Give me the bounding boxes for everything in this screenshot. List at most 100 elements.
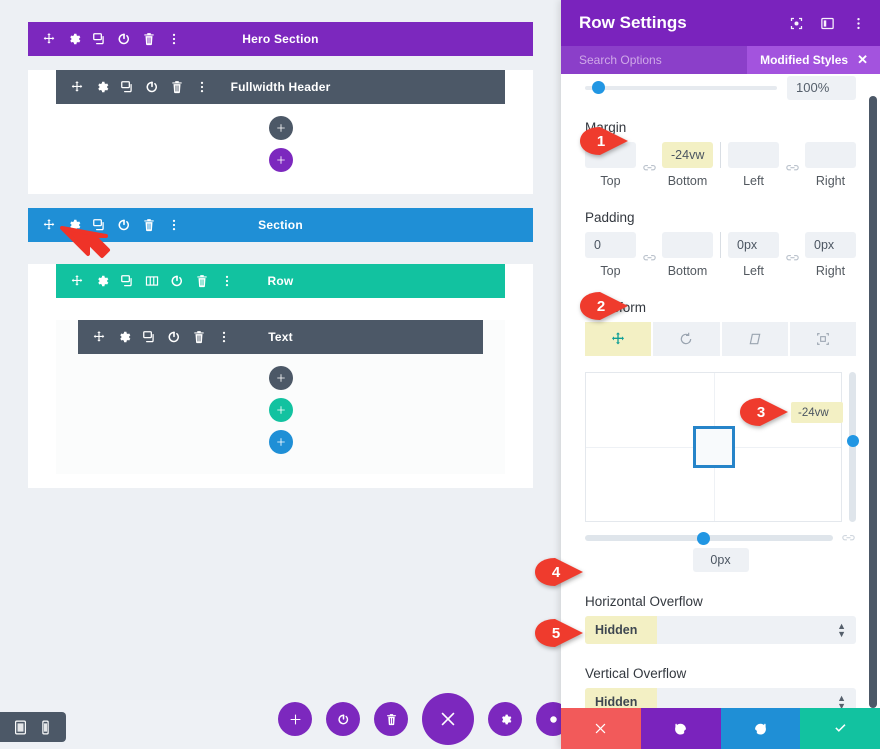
duplicate-icon[interactable]	[92, 32, 106, 46]
margin-top-input[interactable]	[585, 142, 636, 168]
width-slider-knob[interactable]	[592, 81, 605, 94]
transform-translate-tab[interactable]	[585, 322, 652, 356]
width-value-input[interactable]: 100%	[787, 75, 856, 100]
discard-button[interactable]	[561, 708, 641, 749]
section-toolbar[interactable]	[42, 218, 181, 232]
margin-right-field[interactable]: Right	[805, 142, 856, 188]
gear-icon[interactable]	[488, 702, 522, 736]
duplicate-icon[interactable]	[120, 80, 134, 94]
padding-left-input[interactable]: 0px	[728, 232, 779, 258]
row-bar[interactable]: Row	[56, 264, 505, 298]
extra-action-button[interactable]	[536, 702, 561, 736]
tablet-icon[interactable]	[14, 720, 27, 735]
dots-menu-icon[interactable]	[167, 32, 181, 46]
transform-scale-tab[interactable]	[789, 322, 856, 356]
power-icon[interactable]	[167, 330, 181, 344]
transform-skew-tab[interactable]	[721, 322, 788, 356]
close-icon[interactable]	[422, 693, 474, 745]
duplicate-icon[interactable]	[142, 330, 156, 344]
transform-rotate-tab[interactable]	[653, 322, 720, 356]
hero-section-toolbar[interactable]	[42, 32, 181, 46]
dots-menu-icon[interactable]	[220, 274, 234, 288]
gear-icon[interactable]	[95, 80, 109, 94]
link-icon[interactable]	[779, 158, 805, 173]
power-icon[interactable]	[117, 32, 131, 46]
margin-top-field[interactable]: Top	[585, 142, 636, 188]
link-icon[interactable]	[779, 248, 805, 263]
dots-menu-icon[interactable]	[217, 330, 231, 344]
undo-button[interactable]	[640, 708, 721, 749]
transform-handle-square[interactable]	[692, 426, 735, 468]
gear-icon[interactable]	[117, 330, 131, 344]
trash-icon[interactable]	[170, 80, 184, 94]
link-icon[interactable]	[636, 248, 662, 263]
power-icon[interactable]	[145, 80, 159, 94]
gear-icon[interactable]	[95, 274, 109, 288]
dots-menu-icon[interactable]	[195, 80, 209, 94]
move-icon[interactable]	[42, 218, 56, 232]
padding-bottom-field[interactable]: Bottom	[662, 232, 713, 278]
trash-icon[interactable]	[192, 330, 206, 344]
redo-button[interactable]	[720, 708, 801, 749]
move-icon[interactable]	[92, 330, 106, 344]
layout-toggle-icon[interactable]	[820, 16, 835, 31]
power-icon[interactable]	[170, 274, 184, 288]
gear-icon[interactable]	[67, 218, 81, 232]
margin-left-field[interactable]: Left	[728, 142, 779, 188]
add-row-button[interactable]	[268, 398, 293, 422]
link-icon[interactable]	[840, 533, 856, 543]
device-preview-toggle[interactable]	[0, 712, 66, 742]
panel-scrollbar[interactable]	[869, 96, 877, 708]
transform-pad[interactable]	[585, 372, 842, 522]
trash-icon[interactable]	[195, 274, 209, 288]
transform-horizontal-slider[interactable]	[585, 531, 833, 545]
width-slider[interactable]	[585, 81, 777, 94]
transform-horizontal-value[interactable]: 0px	[692, 548, 749, 572]
transform-vertical-slider[interactable]	[846, 372, 859, 522]
transform-horizontal-knob[interactable]	[696, 531, 710, 545]
chevron-updown-icon[interactable]: ▲ ▼	[837, 694, 846, 709]
add-module-button[interactable]	[268, 366, 293, 390]
trash-icon[interactable]	[374, 702, 408, 736]
dots-menu-icon[interactable]	[851, 16, 866, 31]
move-icon[interactable]	[70, 80, 84, 94]
fullwidth-header-toolbar[interactable]	[70, 80, 209, 94]
power-icon[interactable]	[326, 702, 360, 736]
vertical-overflow-select[interactable]: Hidden ▲ ▼	[585, 688, 856, 708]
modified-styles-badge[interactable]: Modified Styles ✕	[747, 46, 880, 74]
margin-bottom-input[interactable]: -24vw	[662, 142, 713, 168]
padding-bottom-input[interactable]	[662, 232, 713, 258]
add-icon[interactable]	[278, 702, 312, 736]
padding-top-input[interactable]: 0	[585, 232, 636, 258]
padding-right-field[interactable]: 0px Right	[805, 232, 856, 278]
move-icon[interactable]	[70, 274, 84, 288]
add-module-button[interactable]	[268, 116, 293, 140]
phone-icon[interactable]	[39, 720, 52, 735]
margin-left-input[interactable]	[728, 142, 779, 168]
margin-right-input[interactable]	[805, 142, 856, 168]
padding-left-field[interactable]: 0px Left	[728, 232, 779, 278]
link-icon[interactable]	[636, 158, 662, 173]
text-module-toolbar[interactable]	[92, 330, 231, 344]
move-icon[interactable]	[42, 32, 56, 46]
fullwidth-header-bar[interactable]: Fullwidth Header	[56, 70, 505, 104]
add-section-button[interactable]	[268, 430, 293, 454]
text-module-bar[interactable]: Text	[78, 320, 483, 354]
horizontal-overflow-select[interactable]: Hidden ▲ ▼	[585, 616, 856, 644]
dots-menu-icon[interactable]	[167, 218, 181, 232]
transform-vertical-knob[interactable]	[846, 435, 859, 447]
trash-icon[interactable]	[142, 32, 156, 46]
duplicate-icon[interactable]	[92, 218, 106, 232]
close-icon[interactable]: ✕	[857, 52, 868, 68]
columns-icon[interactable]	[145, 274, 159, 288]
hero-section-bar[interactable]: Hero Section	[28, 22, 533, 56]
responsive-preview-icon[interactable]	[789, 16, 804, 31]
gear-icon[interactable]	[67, 32, 81, 46]
trash-icon[interactable]	[142, 218, 156, 232]
duplicate-icon[interactable]	[120, 274, 134, 288]
padding-top-field[interactable]: 0 Top	[585, 232, 636, 278]
search-input[interactable]: Search Options	[579, 53, 747, 67]
margin-bottom-field[interactable]: -24vw Bottom	[662, 142, 713, 188]
save-button[interactable]	[800, 708, 880, 749]
add-section-button[interactable]	[268, 148, 293, 172]
